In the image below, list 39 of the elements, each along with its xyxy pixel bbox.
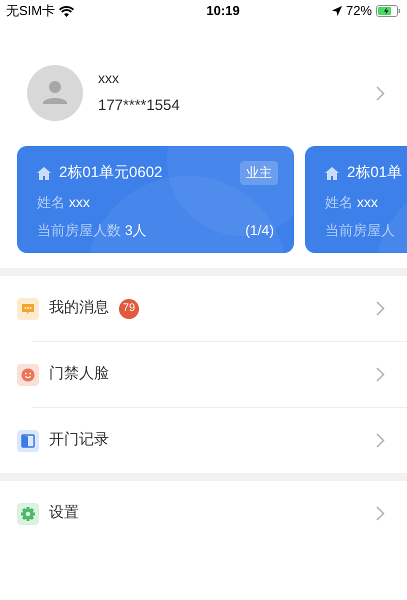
page-indicator: (1/4)	[245, 221, 274, 240]
smiley-icon	[17, 364, 39, 386]
battery-icon	[376, 5, 401, 17]
door-icon	[17, 430, 39, 452]
house-card[interactable]: 2栋01单 姓名 xxx 当前房屋人	[305, 146, 407, 253]
chevron-icon	[376, 433, 385, 448]
menu-item[interactable]: 设置	[0, 481, 407, 546]
house-icon	[325, 166, 339, 180]
chevron-icon	[376, 86, 385, 100]
menu-label: 门禁人脸	[49, 364, 109, 384]
battery-percent: 72%	[346, 2, 372, 20]
phone-number: 177****1554	[98, 96, 181, 116]
resident-count: 当前房屋人	[325, 221, 395, 240]
chevron-icon	[376, 301, 385, 316]
house-card[interactable]: 2栋01单元0602 业主 姓名 xxx 当前房屋人数 3人 (1/4)	[17, 146, 294, 253]
clock: 10:19	[206, 2, 240, 20]
menu-label: 设置	[49, 503, 79, 524]
menu-label: 开门记录	[49, 430, 109, 450]
resident-count: 当前房屋人数 3人	[37, 221, 147, 240]
house-icon	[37, 166, 51, 180]
chevron-icon	[376, 506, 385, 521]
message-icon	[17, 298, 39, 320]
wifi-icon	[59, 6, 74, 16]
house-address: 2栋01单元0602	[59, 162, 162, 183]
settings-icon	[17, 502, 39, 524]
role-tag: 业主	[240, 161, 278, 185]
count-badge: 79	[119, 298, 139, 318]
menu-item[interactable]: 门禁人脸	[17, 342, 407, 407]
menu-item[interactable]: 我的消息 79	[0, 276, 407, 341]
name-row: 姓名 xxx	[325, 194, 378, 210]
menu-label: 我的消息	[49, 298, 109, 318]
avatar[interactable]	[27, 65, 83, 121]
user-name: xxx	[98, 69, 120, 88]
chevron-icon	[376, 367, 385, 382]
house-address: 2栋01单	[347, 162, 402, 183]
location-arrow-icon	[332, 6, 342, 16]
carrier-label: 无SIM卡	[6, 2, 56, 20]
name-row: 姓名 xxx	[37, 194, 90, 210]
menu-item[interactable]: 开门记录	[17, 408, 407, 473]
